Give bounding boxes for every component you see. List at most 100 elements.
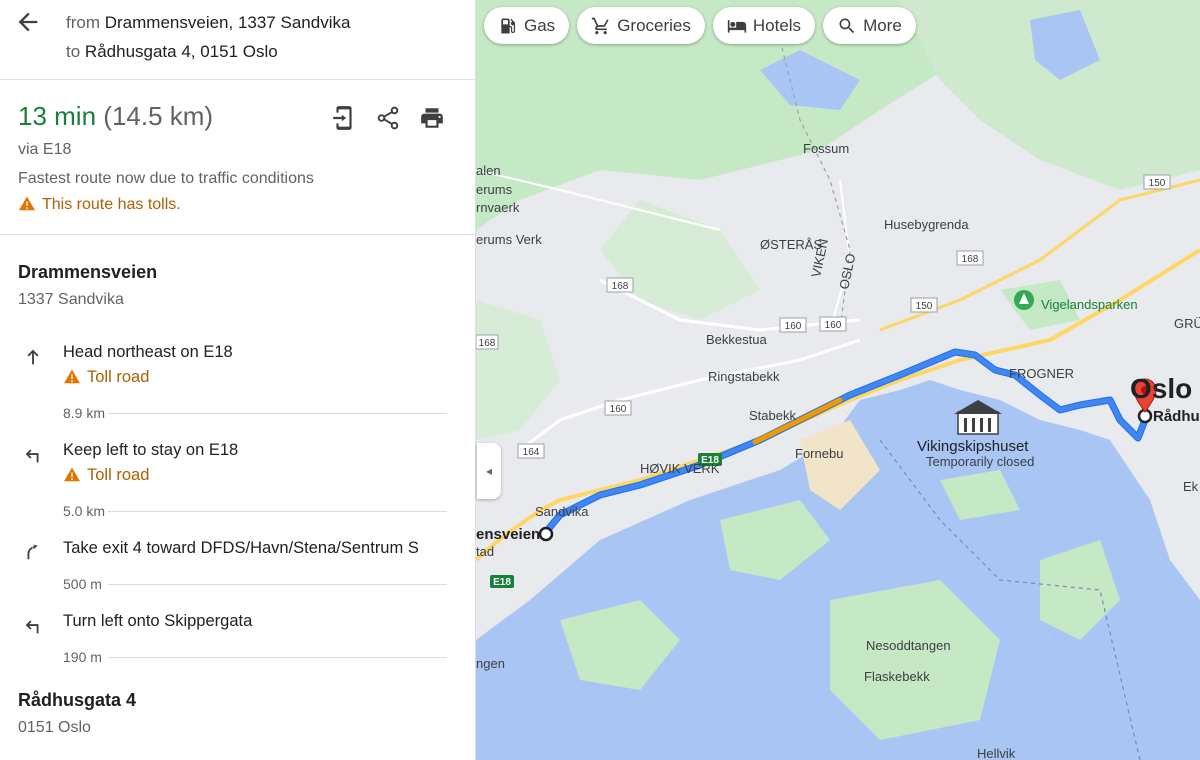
route-via: via E18: [18, 141, 72, 158]
park-poi-icon[interactable]: [1014, 290, 1034, 310]
map-label: GRÜ: [1174, 316, 1200, 331]
start-subtitle: 1337 Sandvika: [18, 291, 124, 308]
road-badge: 168: [476, 334, 499, 350]
map-label: Nesoddtangen: [866, 638, 951, 653]
svg-text:168: 168: [962, 254, 979, 265]
from-prefix: from: [66, 13, 100, 32]
map-label: Ringstabekk: [708, 369, 780, 384]
step-toll: Toll road: [63, 466, 149, 485]
step-text: Head northeast on E18: [63, 343, 233, 361]
svg-text:150: 150: [1149, 178, 1166, 189]
svg-text:160: 160: [610, 404, 627, 415]
road-badge: E18: [490, 575, 514, 588]
exit-right-arrow-icon: [27, 544, 38, 560]
step-text: Turn left onto Skippergata: [63, 612, 253, 630]
toll-warning-text: This route has tolls.: [42, 196, 181, 213]
road-badge: 160: [604, 400, 632, 416]
map-label: Vikingskipshuset: [917, 438, 1029, 455]
category-chips: Gas Groceries Hotels More: [484, 7, 916, 44]
svg-text:160: 160: [785, 321, 802, 332]
map-label: Vigelandsparken: [1041, 297, 1138, 312]
directions-panel: from Drammensveien, 1337 Sandvika to Råd…: [0, 0, 476, 760]
toll-warning: This route has tolls.: [18, 195, 181, 214]
map-label: ensveien: [476, 526, 540, 543]
step-text: Take exit 4 toward DFDS/Havn/Stena/Sentr…: [63, 539, 419, 557]
back-arrow-icon[interactable]: [14, 8, 42, 36]
svg-text:168: 168: [479, 338, 496, 349]
step-text: Keep left to stay on E18: [63, 441, 239, 459]
map-label: Flaskebekk: [864, 669, 930, 684]
road-badge: 164: [517, 443, 545, 459]
step-divider: [108, 657, 447, 658]
print-icon[interactable]: [419, 105, 445, 131]
warning-icon: [64, 467, 80, 482]
turn-left-arrow-icon: [25, 620, 39, 634]
chip-gas[interactable]: Gas: [484, 7, 570, 44]
map-label: rnvaerk: [476, 200, 520, 215]
map-label-city: Oslo: [1130, 373, 1192, 404]
svg-text:150: 150: [916, 301, 933, 312]
step-divider: [108, 584, 447, 585]
map-canvas[interactable]: 150 168 168 168 160 160 160 150 164 E18 …: [476, 0, 1200, 760]
end-title: Rådhusgata 4: [18, 690, 137, 710]
road-badge: 168: [606, 277, 634, 293]
start-marker[interactable]: [538, 526, 554, 542]
to-place[interactable]: Rådhusgata 4, 0151 Oslo: [85, 42, 278, 61]
map-label: Hellvik: [977, 746, 1016, 760]
search-icon: [839, 18, 855, 33]
map-label: Fornebu: [795, 446, 843, 461]
send-to-phone-icon[interactable]: [331, 105, 357, 131]
route-actions: [331, 105, 445, 131]
step-toll: Toll road: [63, 368, 149, 387]
step-distance: 190 m: [63, 649, 102, 665]
from-place[interactable]: Drammensveien, 1337 Sandvika: [105, 13, 351, 32]
svg-text:160: 160: [825, 320, 842, 331]
route-time: 13 min (14.5 km): [18, 101, 213, 132]
directions-header: from Drammensveien, 1337 Sandvika to Råd…: [0, 0, 475, 80]
collapse-panel-button[interactable]: ◂: [477, 443, 501, 499]
map-svg[interactable]: 150 168 168 168 160 160 160 150 164 E18 …: [476, 0, 1200, 760]
share-icon[interactable]: [375, 105, 401, 131]
route-summary: 13 min (14.5 km) via E18 Fastest route n…: [0, 80, 475, 235]
step-distance: 500 m: [63, 576, 102, 592]
shopping-cart-icon: [592, 17, 609, 34]
map-label: Ek: [1183, 479, 1199, 494]
map-label: erums: [476, 182, 513, 197]
chip-more[interactable]: More: [823, 7, 916, 44]
map-label: erums Verk: [476, 232, 542, 247]
to-prefix: to: [66, 42, 81, 61]
step-toll-text: Toll road: [87, 466, 150, 484]
step-toll-text: Toll road: [87, 368, 150, 386]
chip-label: Gas: [524, 15, 556, 35]
warning-icon: [19, 196, 35, 211]
road-badge: 168: [956, 250, 984, 266]
end-subtitle: 0151 Oslo: [18, 719, 91, 736]
bed-icon: [727, 19, 747, 33]
end-place: Rådhusgata 4 0151 Oslo: [18, 690, 136, 737]
keep-left-arrow-icon: [25, 449, 39, 463]
map-label: FROGNER: [1009, 366, 1074, 381]
svg-text:168: 168: [612, 281, 629, 292]
chip-hotels[interactable]: Hotels: [712, 7, 816, 44]
from-to-block: from Drammensveien, 1337 Sandvika to Råd…: [66, 8, 350, 66]
map-label: alen: [476, 163, 501, 178]
start-place: Drammensveien 1337 Sandvika: [18, 262, 157, 309]
travel-distance: (14.5 km): [103, 101, 214, 131]
map-label: tad: [476, 544, 494, 559]
step-distance: 8.9 km: [63, 405, 106, 421]
warning-icon: [64, 369, 80, 384]
step-divider: [108, 511, 447, 512]
map-label: HØVIK VERK: [640, 461, 720, 476]
gas-station-icon: [501, 18, 516, 33]
road-badge: 160: [779, 317, 807, 333]
map-label: Sandvika: [535, 504, 589, 519]
step-distance: 5.0 km: [63, 503, 106, 519]
svg-text:164: 164: [523, 447, 540, 458]
chip-label: Hotels: [752, 15, 802, 35]
map-label: Temporarily closed: [926, 454, 1034, 469]
chip-label: More: [863, 15, 902, 35]
road-badge: 150: [1143, 174, 1171, 190]
chip-groceries[interactable]: Groceries: [577, 7, 705, 44]
route-note: Fastest route now due to traffic conditi…: [18, 170, 314, 187]
chip-label: Groceries: [617, 15, 691, 35]
